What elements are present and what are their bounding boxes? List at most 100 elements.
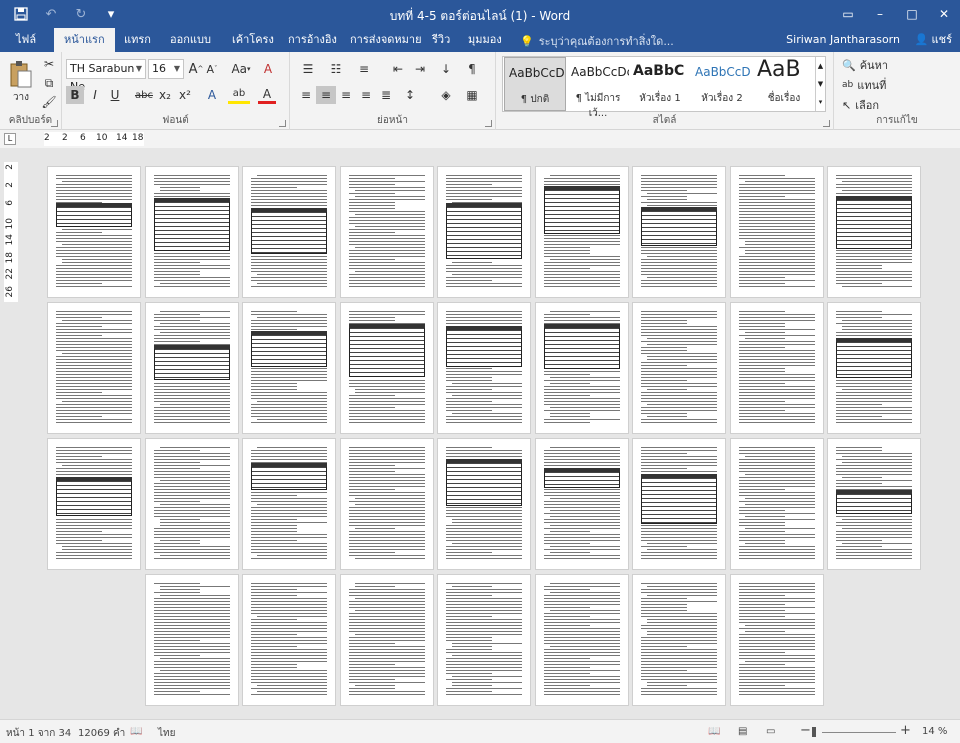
multilevel-list-icon[interactable]: ≡ [352,60,376,78]
paragraph-launcher-icon[interactable] [485,120,492,127]
proofing-icon[interactable]: 📖 [130,726,142,737]
clipboard-launcher-icon[interactable] [51,120,58,127]
page-thumbnail[interactable] [145,167,238,297]
line-spacing-icon[interactable]: ↕ [398,86,422,104]
page-thumbnail[interactable] [633,167,725,297]
language-status[interactable]: ไทย [158,726,175,741]
page-count-status[interactable]: หน้า 1 จาก 34 [6,726,71,741]
page-thumbnail[interactable] [535,439,628,569]
document-area[interactable] [22,148,960,719]
style-heading-2[interactable]: AaBbCcD หัวเรื่อง 2 [691,57,753,111]
page-thumbnail[interactable] [243,439,335,569]
tab-selector[interactable]: L [4,133,16,145]
page-thumbnail[interactable] [243,575,335,705]
highlight-button[interactable]: ab [228,86,250,104]
bold-button[interactable]: B [66,86,84,104]
share-button[interactable]: 👤 แชร์ [915,30,952,48]
zoom-slider-track[interactable] [822,732,896,733]
superscript-button[interactable]: x² [176,86,194,104]
page-thumbnail[interactable] [48,303,140,433]
style-no-spacing[interactable]: AaBbCcDc ¶ ไม่มีการเว้... [567,57,629,119]
page-thumbnail[interactable] [535,303,628,433]
page-thumbnail[interactable] [535,167,628,297]
page-thumbnail[interactable] [340,167,433,297]
zoom-out-button[interactable]: − [800,723,811,738]
page-thumbnail[interactable] [535,575,628,705]
shrink-font-button[interactable]: Aˇ [204,60,220,78]
page-thumbnail[interactable] [730,167,823,297]
zoom-slider-handle[interactable] [812,727,816,737]
page-thumbnail[interactable] [828,439,920,569]
change-case-button[interactable]: Aa ▾ [228,60,254,78]
tab-insert[interactable]: แทรก [114,28,161,52]
styles-launcher-icon[interactable] [823,120,830,127]
thai-distributed-icon[interactable]: ≣ [376,86,396,104]
page-thumbnail[interactable] [633,303,725,433]
page-thumbnail[interactable] [438,303,530,433]
page-thumbnail[interactable] [48,439,140,569]
text-effects-button[interactable]: A [202,86,222,104]
format-painter-icon[interactable]: 🖌 [40,93,58,111]
page-thumbnail[interactable] [828,303,920,433]
font-color-button[interactable]: A [258,86,276,104]
style-normal[interactable]: AaBbCcDc ¶ ปกติ [504,57,566,111]
grow-font-button[interactable]: A ^ [188,60,204,78]
strikethrough-button[interactable]: abc [134,86,154,104]
tab-view[interactable]: มุมมอง [458,28,512,52]
page-thumbnail[interactable] [828,167,920,297]
sort-icon[interactable]: ↓ [436,60,456,78]
page-thumbnail[interactable] [243,303,335,433]
tab-review[interactable]: รีวิว [422,28,460,52]
vertical-ruler[interactable]: 2 2 6 10 14 18 22 26 [4,162,18,302]
tab-mailings[interactable]: การส่งจดหมาย [340,28,432,52]
page-thumbnail[interactable] [48,167,140,297]
align-right-icon[interactable]: ≡ [336,86,356,104]
tell-me-box[interactable]: 💡 ระบุว่าคุณต้องการทำสิ่งใด... [520,32,674,50]
print-layout-icon[interactable]: ▤ [738,726,747,737]
page-thumbnail[interactable] [243,167,335,297]
justify-icon[interactable]: ≡ [356,86,376,104]
align-left-icon[interactable]: ≡ [296,86,316,104]
align-center-icon[interactable]: ≡ [316,86,336,104]
page-thumbnail[interactable] [145,575,238,705]
italic-button[interactable]: I [86,86,104,104]
page-thumbnail[interactable] [340,303,433,433]
cut-icon[interactable]: ✂ [40,55,58,73]
ribbon-display-options-button[interactable]: ▭ [832,0,864,28]
minimize-button[interactable]: – [864,0,896,28]
style-heading-1[interactable]: AaBbC หัวเรื่อง 1 [629,57,691,111]
vertical-scrollbar[interactable] [948,148,960,719]
web-layout-icon[interactable]: ▭ [766,726,775,737]
page-thumbnail[interactable] [145,303,238,433]
borders-icon[interactable]: ▦ [460,86,484,104]
page-thumbnail[interactable] [438,439,530,569]
page-thumbnail[interactable] [340,575,433,705]
increase-indent-icon[interactable]: ⇥ [410,60,430,78]
page-thumbnail[interactable] [730,575,823,705]
tab-file[interactable]: ไฟล์ [6,28,46,52]
tab-layout[interactable]: เค้าโครง [222,28,284,52]
font-launcher-icon[interactable] [279,120,286,127]
numbering-icon[interactable]: ☷ [324,60,348,78]
bullets-icon[interactable]: ☰ [296,60,320,78]
zoom-level[interactable]: 14 % [922,726,947,737]
zoom-in-button[interactable]: + [900,723,911,738]
paste-button[interactable]: วาง [6,56,36,108]
style-title[interactable]: AaB ชื่อเรื่อง [753,57,815,111]
read-mode-icon[interactable]: 📖 [708,726,720,737]
user-name[interactable]: Siriwan Jantharasorn [786,33,900,46]
page-thumbnail[interactable] [730,303,823,433]
decrease-indent-icon[interactable]: ⇤ [388,60,408,78]
styles-scroll[interactable]: ▲ ▼ ▾ [815,57,825,111]
font-size-combo[interactable]: 16 ▼ [148,59,184,79]
clear-formatting-button[interactable]: A [258,60,278,78]
page-thumbnail[interactable] [438,575,530,705]
show-marks-button[interactable]: ¶ [462,60,482,78]
maximize-button[interactable]: □ [896,0,928,28]
tab-home[interactable]: หน้าแรก [54,28,115,52]
font-name-combo[interactable]: TH Sarabun Ne ▼ [66,59,146,93]
horizontal-ruler[interactable]: 2 2 6 10 14 18 [44,132,144,146]
copy-icon[interactable]: ⧉ [40,74,58,92]
page-thumbnail[interactable] [145,439,238,569]
close-button[interactable]: ✕ [928,0,960,28]
